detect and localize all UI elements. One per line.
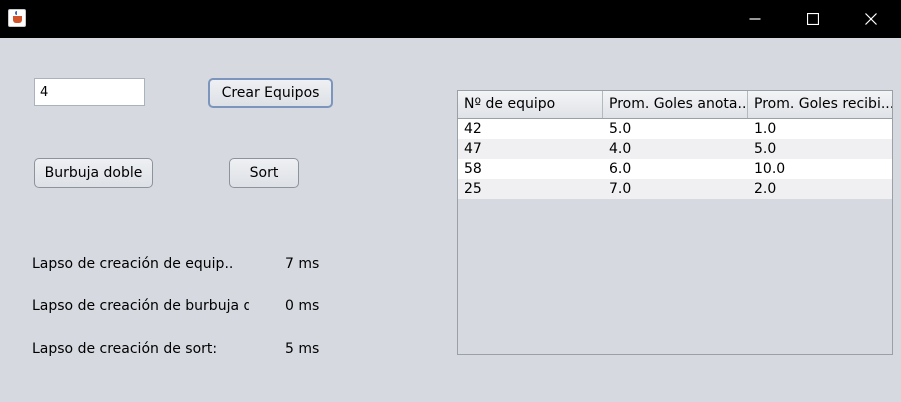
table-cell: 58 xyxy=(464,161,482,177)
column-header-goles-anotados[interactable]: Prom. Goles anota... xyxy=(603,91,748,118)
table-cell: 4.0 xyxy=(609,141,632,157)
column-header-goles-recibidos[interactable]: Prom. Goles recibi... xyxy=(748,91,892,118)
minimize-icon xyxy=(749,18,761,20)
lapso-creacion-label: Lapso de creación de equip.. xyxy=(32,256,234,272)
table-cell: 5.0 xyxy=(754,141,777,157)
table-row[interactable]: 47 4.0 5.0 xyxy=(458,139,892,159)
lapso-sort-label: Lapso de creación de sort: xyxy=(32,341,218,357)
table-cell: 42 xyxy=(464,121,482,137)
maximize-button[interactable] xyxy=(784,0,842,38)
lapso-sort-value: 5 ms xyxy=(285,341,320,357)
table-header: Nº de equipo Prom. Goles anota... Prom. … xyxy=(458,91,892,119)
table-row[interactable]: 25 7.0 2.0 xyxy=(458,179,892,199)
cantidad-equipos-input[interactable] xyxy=(34,78,145,106)
java-cup-icon xyxy=(8,9,26,27)
table-cell: 5.0 xyxy=(609,121,632,137)
sort-button[interactable]: Sort xyxy=(229,158,299,188)
crear-equipos-button[interactable]: Crear Equipos xyxy=(208,78,333,108)
minimize-button[interactable] xyxy=(726,0,784,38)
table-cell: 2.0 xyxy=(754,181,777,197)
table-cell: 6.0 xyxy=(609,161,632,177)
table-cell: 1.0 xyxy=(754,121,777,137)
title-bar xyxy=(0,0,901,38)
close-icon xyxy=(865,13,877,25)
lapso-burbuja-label: Lapso de creación de burbuja dob xyxy=(32,298,249,314)
burbuja-doble-button[interactable]: Burbuja doble xyxy=(34,158,153,188)
lapso-creacion-value: 7 ms xyxy=(285,256,320,272)
table-row[interactable]: 42 5.0 1.0 xyxy=(458,119,892,139)
equipos-table[interactable]: Nº de equipo Prom. Goles anota... Prom. … xyxy=(457,90,893,355)
table-cell: 10.0 xyxy=(754,161,786,177)
maximize-icon xyxy=(807,13,819,25)
table-row[interactable]: 58 6.0 10.0 xyxy=(458,159,892,179)
column-header-equipo[interactable]: Nº de equipo xyxy=(458,91,603,118)
lapso-burbuja-value: 0 ms xyxy=(285,298,320,314)
table-cell: 47 xyxy=(464,141,482,157)
table-cell: 25 xyxy=(464,181,482,197)
table-cell: 7.0 xyxy=(609,181,632,197)
close-button[interactable] xyxy=(842,0,900,38)
